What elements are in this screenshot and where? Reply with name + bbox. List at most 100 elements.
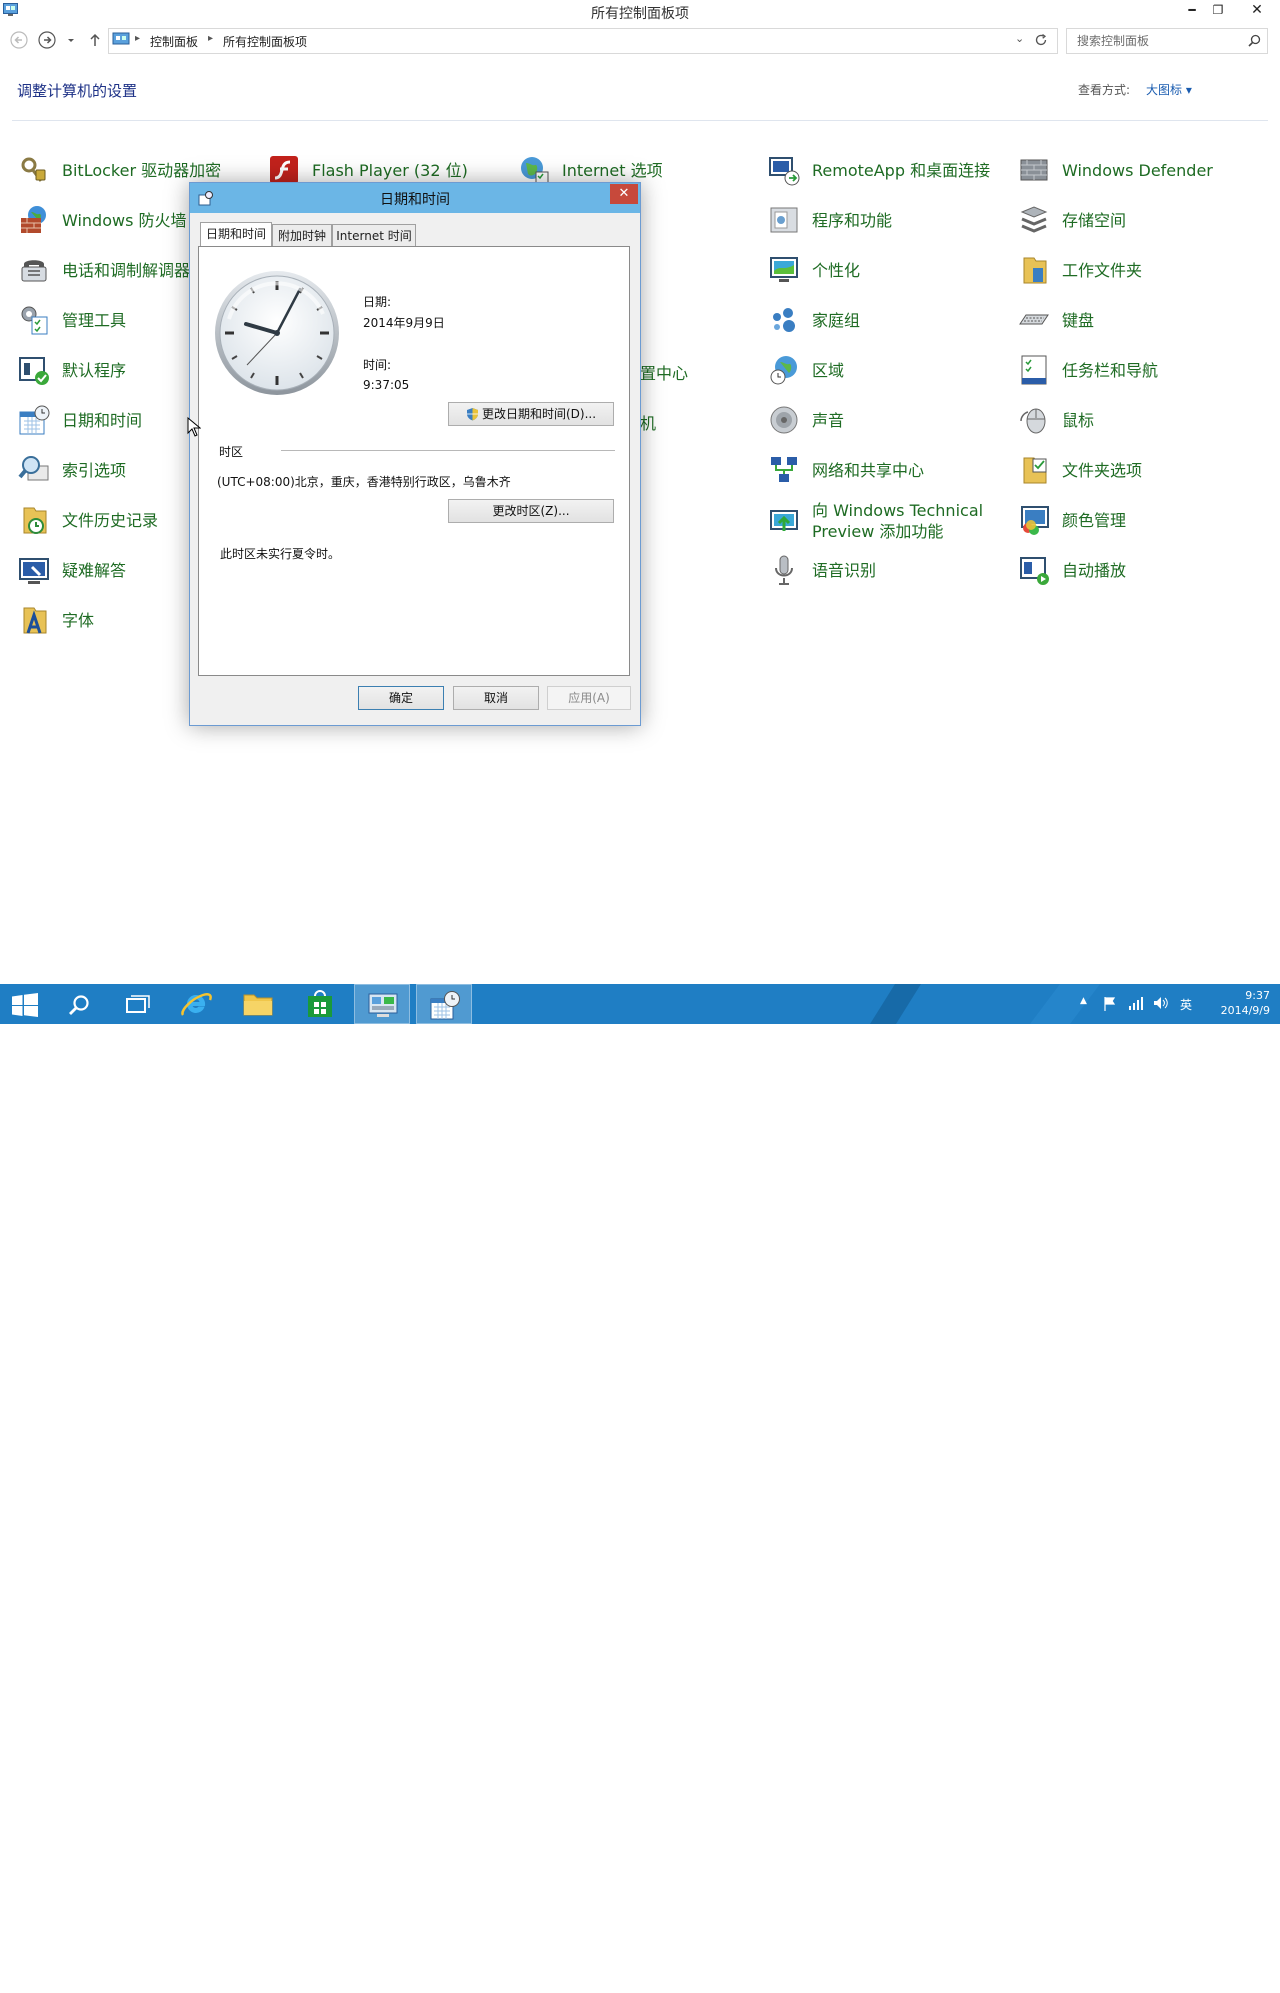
cp-item-taskbar-navigation[interactable]: 任务栏和导航 <box>1016 350 1158 390</box>
fonts-folder-icon <box>23 607 47 634</box>
taskbar-control-panel[interactable] <box>354 984 410 1024</box>
cp-item-work-folders[interactable]: 工作文件夹 <box>1016 250 1142 290</box>
apply-button[interactable]: 应用(A) <box>547 686 631 710</box>
search-input[interactable] <box>1075 32 1249 50</box>
taskbar: The Collection Book ▲ 英 9:37 2014/9/9 <box>0 984 1280 1993</box>
cp-item-label: 文件夹选项 <box>1062 460 1143 480</box>
taskbar-internet-explorer[interactable] <box>168 984 224 1024</box>
breadcrumb-separator-icon[interactable]: ▸ <box>208 33 213 44</box>
view-by-dropdown[interactable]: 大图标 ▾ <box>1146 81 1192 98</box>
bitlocker-key-icon <box>21 157 46 182</box>
cp-item-label: 存储空间 <box>1062 210 1127 230</box>
network-signal-icon[interactable] <box>1128 996 1144 1010</box>
search-box[interactable] <box>1066 28 1268 54</box>
control-panel-icon <box>368 993 398 1017</box>
cp-item-indexing[interactable]: 索引选项 <box>16 450 126 490</box>
cp-item-storage-spaces[interactable]: 存储空间 <box>1016 200 1126 240</box>
cp-item-label: 向 Windows Technical Preview 添加功能 <box>812 501 984 541</box>
recent-locations-chevron-icon[interactable] <box>64 31 78 49</box>
firewall-icon <box>21 206 46 233</box>
volume-speaker-icon[interactable] <box>1153 996 1169 1010</box>
breadcrumb-all-items[interactable]: 所有控制面板项 <box>223 33 307 50</box>
cp-item-admin-tools[interactable]: 管理工具 <box>16 300 126 340</box>
cp-item-keyboard[interactable]: 键盘 <box>1016 300 1094 340</box>
taskbar-clock[interactable]: 9:37 2014/9/9 <box>1221 988 1270 1018</box>
forward-arrow-icon[interactable] <box>38 31 56 49</box>
tab-date-time[interactable]: 日期和时间 <box>200 222 272 248</box>
address-bar[interactable]: ▸ 控制面板 ▸ 所有控制面板项 ⌄ <box>108 28 1058 54</box>
calendar-clock-icon <box>430 991 460 1020</box>
header-divider <box>12 120 1268 121</box>
cp-item-label: 日期和时间 <box>62 410 143 430</box>
change-date-time-button[interactable]: 更改日期和时间(D)... <box>448 402 614 426</box>
speaker-icon <box>770 406 798 434</box>
cp-item-label: Flash Player (32 位) <box>312 160 468 180</box>
restore-button[interactable]: ❐ <box>1204 0 1232 20</box>
remoteapp-icon <box>769 157 800 186</box>
microphone-icon <box>775 555 793 585</box>
cp-item-region[interactable]: 区域 <box>766 350 844 390</box>
change-date-time-label: 更改日期和时间(D)... <box>481 407 597 421</box>
tab-internet-time[interactable]: Internet 时间 <box>332 224 416 247</box>
show-hidden-icons-chevron-icon[interactable]: ▲ <box>1080 996 1087 1006</box>
search-icon[interactable] <box>1248 34 1261 47</box>
dialog-titlebar[interactable]: 日期和时间 <box>190 183 640 213</box>
taskbar-search-button[interactable] <box>52 984 108 1024</box>
cp-item-windows-defender[interactable]: Windows Defender <box>1016 150 1213 190</box>
dialog-close-button[interactable]: ✕ <box>610 184 638 204</box>
timezone-label: 时区 <box>219 445 244 459</box>
cp-item-label: Internet 选项 <box>562 160 663 180</box>
ime-language-indicator[interactable]: 英 <box>1180 996 1192 1013</box>
cp-item-fonts[interactable]: 字体 <box>16 600 94 640</box>
date-time-dialog: 日期和时间 ✕ 日期和时间 附加时钟 Internet 时间 日期: 2014年… <box>189 182 641 726</box>
cp-item-network-sharing[interactable]: 网络和共享中心 <box>766 450 924 490</box>
cp-item-label: Windows Defender <box>1062 160 1213 180</box>
action-center-flag-icon[interactable] <box>1103 996 1117 1011</box>
cp-item-label: 任务栏和导航 <box>1062 360 1159 380</box>
minimize-button[interactable]: ━ <box>1178 0 1206 20</box>
cp-item-label: 声音 <box>812 410 845 430</box>
taskbar-date-time-window[interactable] <box>416 984 472 1024</box>
back-arrow-icon[interactable] <box>10 31 28 49</box>
cp-item-homegroup[interactable]: 家庭组 <box>766 300 860 340</box>
cp-item-partial-label[interactable]: 机 <box>640 410 656 434</box>
cp-item-personalization[interactable]: 个性化 <box>766 250 860 290</box>
cp-item-troubleshooting[interactable]: 疑难解答 <box>16 550 126 590</box>
cp-item-programs-features[interactable]: 程序和功能 <box>766 200 892 240</box>
cp-item-partial-label[interactable]: 置中心 <box>640 360 688 384</box>
cancel-button[interactable]: 取消 <box>453 686 539 710</box>
address-dropdown-chevron-icon[interactable]: ⌄ <box>1015 32 1024 45</box>
cp-item-label: 鼠标 <box>1062 410 1095 430</box>
breadcrumb-control-panel[interactable]: 控制面板 <box>150 33 198 50</box>
cp-item-speech-recognition[interactable]: 语音识别 <box>766 550 876 590</box>
cp-item-date-time[interactable]: 日期和时间 <box>16 400 142 440</box>
taskbar-file-explorer[interactable] <box>230 984 286 1024</box>
region-globe-icon <box>770 356 797 385</box>
cp-item-phone-modem[interactable]: 电话和调制解调器 <box>16 250 190 290</box>
cp-item-file-history[interactable]: 文件历史记录 <box>16 500 158 540</box>
change-timezone-button[interactable]: 更改时区(Z)... <box>448 499 614 523</box>
windows-logo-icon <box>12 993 38 1017</box>
refresh-icon[interactable] <box>1034 33 1048 47</box>
up-arrow-icon[interactable] <box>86 31 104 49</box>
task-view-button[interactable] <box>110 984 166 1024</box>
tab-additional-clocks[interactable]: 附加时钟 <box>272 224 332 247</box>
cp-item-windows-firewall[interactable]: Windows 防火墙 <box>16 200 187 240</box>
store-bag-icon <box>308 990 332 1017</box>
cp-item-color-management[interactable]: 颜色管理 <box>1016 500 1126 540</box>
cp-item-remoteapp[interactable]: RemoteApp 和桌面连接 <box>766 150 990 190</box>
cp-item-default-programs[interactable]: 默认程序 <box>16 350 126 390</box>
cp-item-autoplay[interactable]: 自动播放 <box>1016 550 1126 590</box>
start-button[interactable] <box>0 984 56 1024</box>
cp-item-label: RemoteApp 和桌面连接 <box>812 160 991 180</box>
taskbar-store[interactable] <box>292 984 348 1024</box>
breadcrumb-separator-icon[interactable]: ▸ <box>135 33 140 44</box>
cp-item-folder-options[interactable]: 文件夹选项 <box>1016 450 1142 490</box>
cp-item-sound[interactable]: 声音 <box>766 400 844 440</box>
date-label: 日期: <box>363 295 392 309</box>
cp-item-add-features[interactable]: 向 Windows Technical Preview 添加功能 <box>766 500 992 542</box>
mouse-icon <box>1020 408 1046 434</box>
close-button[interactable]: ✕ <box>1240 0 1274 20</box>
ok-button[interactable]: 确定 <box>358 686 444 710</box>
cp-item-mouse[interactable]: 鼠标 <box>1016 400 1094 440</box>
